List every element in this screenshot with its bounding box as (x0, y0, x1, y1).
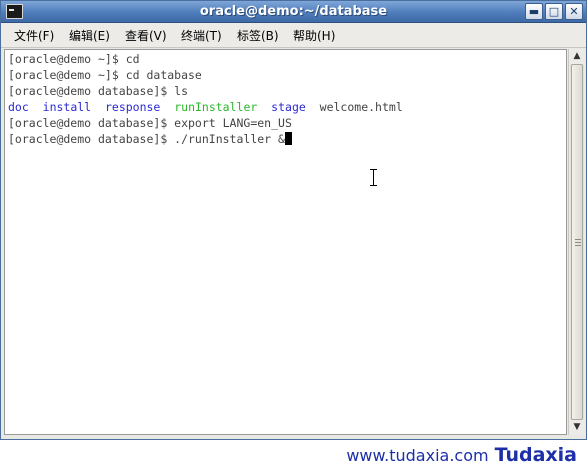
menu-file[interactable]: 文件(F) (14, 27, 54, 44)
window-title: oracle@demo:~/database (199, 4, 388, 19)
ls-listing: doc install response runInstaller stage … (8, 99, 403, 115)
listing-entry-welcome: welcome.html (319, 100, 403, 114)
terminal-output[interactable]: [oracle@demo ~]$ cd [oracle@demo ~]$ cd … (4, 49, 567, 435)
listing-entry-install: install (42, 100, 92, 114)
scrollbar-thumb[interactable] (571, 64, 583, 420)
menu-edit[interactable]: 编辑(E) (69, 27, 110, 44)
menu-terminal[interactable]: 终端(T) (181, 27, 222, 44)
terminal-line: [oracle@demo database]$ export LANG=en_U… (8, 116, 292, 130)
terminal-window: oracle@demo:~/database ▬ □ ✕ 文件(F) 编辑(E)… (0, 0, 587, 440)
vertical-scrollbar[interactable]: ▲ ▼ (568, 49, 585, 435)
listing-entry-doc: doc (8, 100, 29, 114)
menu-tabs[interactable]: 标签(B) (237, 27, 279, 44)
scroll-up-icon[interactable]: ▲ (569, 49, 585, 64)
terminal-line: [oracle@demo ~]$ cd (8, 52, 140, 66)
title-bar[interactable]: oracle@demo:~/database ▬ □ ✕ (1, 1, 586, 23)
terminal-prompt-line[interactable]: [oracle@demo database]$ ./runInstaller & (8, 131, 292, 147)
current-command: [oracle@demo database]$ ./runInstaller & (8, 132, 285, 146)
listing-entry-stage: stage (271, 100, 306, 114)
menu-bar: 文件(F) 编辑(E) 查看(V) 终端(T) 标签(B) 帮助(H) (1, 23, 586, 48)
maximize-icon[interactable]: □ (545, 3, 563, 20)
text-cursor (284, 132, 292, 145)
watermark-url: www.tudaxia.com (346, 446, 489, 465)
close-icon[interactable]: ✕ (565, 3, 583, 20)
watermark: www.tudaxia.com Tudaxia (346, 444, 577, 466)
minimize-icon[interactable]: ▬ (525, 3, 543, 20)
terminal-line: [oracle@demo ~]$ cd database (8, 68, 202, 82)
scrollbar-track[interactable] (570, 64, 584, 420)
ibeam-cursor-icon (370, 169, 378, 186)
menu-help[interactable]: 帮助(H) (293, 27, 335, 44)
menu-view[interactable]: 查看(V) (125, 27, 167, 44)
listing-entry-runinstaller: runInstaller (174, 100, 258, 114)
terminal-line: [oracle@demo database]$ ls (8, 84, 189, 98)
watermark-brand: Tudaxia (494, 444, 577, 466)
scroll-down-icon[interactable]: ▼ (569, 420, 585, 435)
listing-entry-response: response (104, 100, 161, 114)
